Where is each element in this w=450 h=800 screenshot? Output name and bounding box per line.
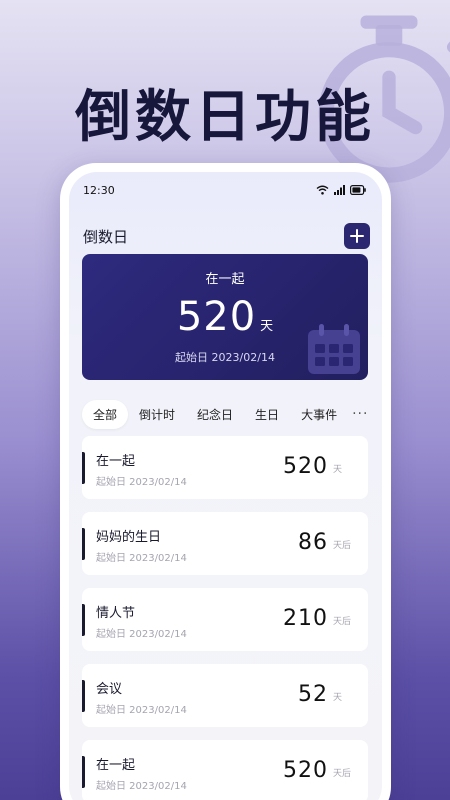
item-unit: 天 xyxy=(333,465,343,475)
tab-anniversary[interactable]: 纪念日 xyxy=(186,400,244,429)
category-tabs: 全部 倒计时 纪念日 生日 大事件 ··· xyxy=(82,399,374,429)
list-item[interactable]: 会议 起始日 2023/02/14 52 天 xyxy=(82,664,368,727)
tab-countdown[interactable]: 倒计时 xyxy=(128,400,186,429)
app-header: 倒数日 xyxy=(69,222,382,250)
item-name: 会议 xyxy=(96,682,123,697)
item-days: 520 xyxy=(283,758,328,783)
calendar-icon xyxy=(308,324,360,374)
more-tabs-icon[interactable]: ··· xyxy=(352,406,368,422)
item-unit: 天 xyxy=(333,693,343,703)
featured-countdown-card[interactable]: 在一起 520 天 起始日 2023/02/14 xyxy=(82,254,368,380)
item-unit: 天后 xyxy=(333,617,352,627)
item-accent-bar xyxy=(82,452,85,484)
item-days: 520 xyxy=(283,454,328,479)
plus-icon xyxy=(350,229,364,243)
tab-birthday[interactable]: 生日 xyxy=(244,400,290,429)
battery-icon xyxy=(350,185,366,195)
item-date: 起始日 2023/02/14 xyxy=(96,553,187,564)
wifi-icon xyxy=(316,185,329,195)
item-name: 情人节 xyxy=(96,606,136,621)
item-date: 起始日 2023/02/14 xyxy=(96,781,187,792)
status-bar: 12:30 xyxy=(69,172,382,208)
item-date: 起始日 2023/02/14 xyxy=(96,477,187,488)
add-button[interactable] xyxy=(344,223,370,249)
phone-frame: 12:30 倒数日 在一起 520 天 起始日 2023/02/14 全部 倒计… xyxy=(60,163,391,800)
item-days: 86 xyxy=(298,530,328,555)
hero-title: 在一起 xyxy=(205,272,245,287)
item-unit: 天后 xyxy=(333,769,352,779)
status-icons xyxy=(316,185,366,195)
item-accent-bar xyxy=(82,680,85,712)
item-accent-bar xyxy=(82,528,85,560)
hero-unit: 天 xyxy=(260,319,274,334)
item-accent-bar xyxy=(82,756,85,788)
item-date: 起始日 2023/02/14 xyxy=(96,705,187,716)
list-item[interactable]: 在一起 起始日 2023/02/14 520 天后 xyxy=(82,740,368,800)
list-item[interactable]: 在一起 起始日 2023/02/14 520 天 xyxy=(82,436,368,499)
item-name: 在一起 xyxy=(96,454,136,469)
tab-all[interactable]: 全部 xyxy=(82,399,129,429)
hero-days: 520 xyxy=(176,294,257,340)
item-days: 210 xyxy=(283,606,328,631)
list-item[interactable]: 情人节 起始日 2023/02/14 210 天后 xyxy=(82,588,368,651)
item-date: 起始日 2023/02/14 xyxy=(96,629,187,640)
item-days: 52 xyxy=(298,682,328,707)
page-title: 倒数日 xyxy=(83,227,129,246)
item-name: 妈妈的生日 xyxy=(96,530,162,545)
signal-icon xyxy=(334,185,345,195)
item-unit: 天后 xyxy=(333,541,352,551)
promo-title: 倒数日功能 xyxy=(75,85,375,150)
item-accent-bar xyxy=(82,604,85,636)
list-item[interactable]: 妈妈的生日 起始日 2023/02/14 86 天后 xyxy=(82,512,368,575)
app-screen: 12:30 倒数日 在一起 520 天 起始日 2023/02/14 全部 倒计… xyxy=(69,172,382,800)
countdown-list: 在一起 起始日 2023/02/14 520 天 妈妈的生日 起始日 2023/… xyxy=(82,436,368,800)
tab-major-event[interactable]: 大事件 xyxy=(290,400,348,429)
item-name: 在一起 xyxy=(96,758,136,773)
status-time: 12:30 xyxy=(83,183,115,197)
